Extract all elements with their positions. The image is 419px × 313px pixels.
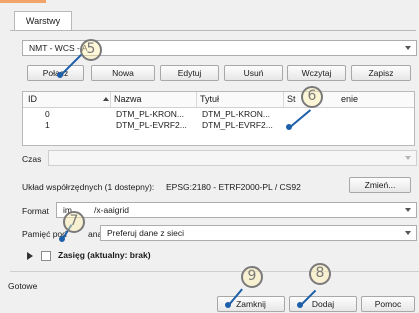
new-button[interactable]: Nowa	[91, 65, 155, 81]
cell-title: DTM_PL-KRON...	[202, 109, 271, 119]
crs-value: EPSG:2180 - ETRF2000-PL / CS92	[166, 182, 301, 192]
load-button[interactable]: Wczytaj	[287, 65, 346, 81]
table-header: ID Nazwa Tytuł St enie	[23, 92, 414, 108]
format-combo[interactable]: im/x-aaigrid	[56, 202, 417, 218]
callout-dot-6	[286, 124, 292, 130]
format-label: Format	[22, 206, 49, 216]
change-crs-button[interactable]: Zmień...	[349, 177, 411, 193]
crs-label: Układ współrzędnych (1 dostepny):	[22, 182, 155, 192]
callout-marker-8: 8	[309, 263, 331, 285]
callout-marker-5: 5	[80, 39, 102, 61]
cell-name: DTM_PL-EVRF2...	[116, 120, 187, 130]
status-text: Gotowe	[8, 281, 38, 291]
cell-id: 1	[45, 120, 50, 130]
connect-button[interactable]: Połącz	[27, 65, 84, 81]
chevron-down-icon	[405, 208, 411, 212]
table-row[interactable]: 0 DTM_PL-KRON... DTM_PL-KRON...	[23, 109, 414, 120]
time-label: Czas	[22, 154, 42, 164]
table-row[interactable]: 1 DTM_PL-EVRF2... DTM_PL-EVRF2...	[23, 120, 414, 131]
tab-bar: Warstwy	[10, 11, 416, 31]
column-header-name[interactable]: Nazwa	[110, 92, 196, 107]
cell-id: 0	[45, 109, 50, 119]
sort-ascending-icon	[103, 97, 109, 101]
callout-marker-6: 6	[301, 86, 323, 108]
help-button[interactable]: Pomoc	[361, 296, 415, 312]
callout-marker-7: 7	[63, 211, 85, 233]
tab-divider	[10, 30, 416, 31]
chevron-down-icon	[405, 156, 411, 160]
window-top-accent	[0, 0, 46, 3]
tab-layers[interactable]: Warstwy	[14, 11, 72, 30]
chevron-down-icon	[405, 46, 411, 50]
cache-combo-value: Preferuj dane z sieci	[107, 228, 185, 238]
cell-name: DTM_PL-KRON...	[116, 109, 185, 119]
column-header-title[interactable]: Tytuł	[196, 92, 283, 107]
connection-combo-value: NMT - WCS - A	[29, 43, 88, 53]
time-combo	[48, 150, 417, 166]
format-combo-value: /x-aaigrid	[94, 205, 129, 215]
cell-title: DTM_PL-EVRF2...	[202, 120, 273, 130]
delete-button[interactable]: Usuń	[224, 65, 283, 81]
column-header-id[interactable]: ID	[25, 92, 109, 107]
callout-marker-9: 9	[241, 266, 263, 288]
edit-button[interactable]: Edytuj	[160, 65, 219, 81]
extent-checkbox[interactable]	[41, 251, 51, 261]
callout-dot-8	[297, 302, 303, 308]
section-divider	[10, 271, 419, 272]
callout-dot-9	[225, 302, 231, 308]
save-button[interactable]: Zapisz	[351, 65, 411, 81]
cache-combo[interactable]: Preferuj dane z sieci	[100, 225, 417, 241]
callout-dot-7	[59, 236, 65, 242]
layers-table[interactable]: ID Nazwa Tytuł St enie 0 DTM_PL-KRON... D…	[22, 91, 415, 146]
callout-dot-5	[57, 72, 63, 78]
chevron-down-icon	[405, 231, 411, 235]
extent-label: Zasięg (aktualny: brak)	[58, 250, 151, 260]
expand-arrow-icon[interactable]	[27, 252, 33, 260]
